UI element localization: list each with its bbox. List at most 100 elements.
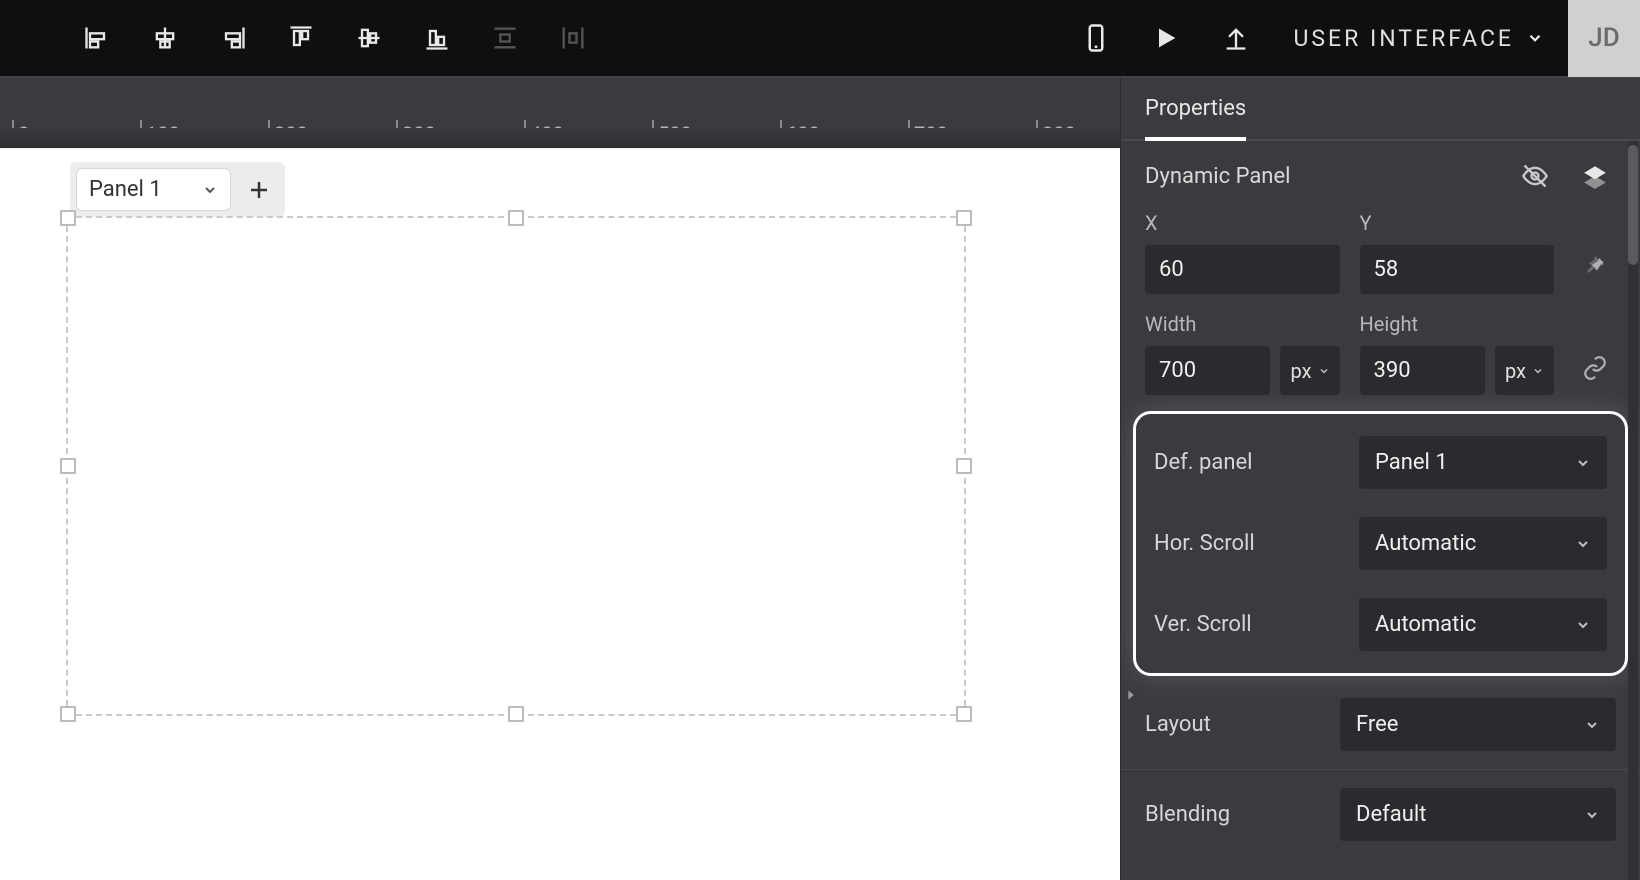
height-label: Height [1360, 312, 1555, 336]
align-middle-vertical-icon[interactable] [352, 21, 386, 55]
scrollbar-thumb[interactable] [1628, 145, 1638, 265]
blending-select[interactable]: Default [1340, 788, 1616, 841]
align-bottom-icon[interactable] [420, 21, 454, 55]
alignment-tools [80, 21, 590, 55]
panel-tabs: Properties [1121, 78, 1640, 141]
tab-label: Properties [1145, 96, 1246, 121]
ruler-tick-label: 800 [1042, 122, 1076, 146]
pin-icon[interactable] [1574, 246, 1616, 288]
selected-dynamic-panel[interactable] [66, 216, 966, 716]
ruler-tick [780, 120, 782, 148]
layout-select[interactable]: Free [1340, 698, 1616, 751]
ruler-tick-label: 600 [786, 122, 820, 146]
project-name-label: USER INTERFACE [1293, 25, 1514, 52]
align-right-icon[interactable] [216, 21, 250, 55]
ruler-tick-label: 100 [146, 122, 180, 146]
x-input[interactable] [1145, 245, 1340, 294]
ruler-tick-minor [460, 134, 462, 148]
section-collapse-caret[interactable] [1123, 687, 1139, 703]
topbar-center [590, 21, 1293, 55]
resize-handle-n[interactable] [508, 210, 524, 226]
project-name-dropdown[interactable]: USER INTERFACE [1293, 25, 1544, 52]
resize-handle-ne[interactable] [956, 210, 972, 226]
ruler-tick-minor [844, 134, 846, 148]
ruler-tick-label: 700 [914, 122, 948, 146]
resize-handle-e[interactable] [956, 458, 972, 474]
ruler-tick [524, 120, 526, 148]
vscroll-label: Ver. Scroll [1154, 612, 1252, 637]
visibility-icon[interactable] [1514, 155, 1556, 197]
topbar-right: USER INTERFACE JD [1293, 0, 1620, 77]
chevron-down-icon [1532, 365, 1544, 377]
layout-label: Layout [1145, 712, 1211, 737]
resize-handle-sw[interactable] [60, 706, 76, 722]
panel-body: Dynamic Panel X [1121, 141, 1640, 880]
hscroll-value: Automatic [1375, 531, 1476, 556]
chevron-down-icon [1575, 536, 1591, 552]
scrollbar-track[interactable] [1628, 141, 1638, 880]
unit-label: px [1290, 359, 1311, 383]
width-unit-dropdown[interactable]: px [1280, 346, 1339, 395]
blending-row: Blending Default [1121, 788, 1640, 841]
resize-handle-s[interactable] [508, 706, 524, 722]
panel-selector: Panel 1 [70, 162, 285, 217]
tab-properties[interactable]: Properties [1145, 78, 1246, 139]
play-icon[interactable] [1149, 21, 1183, 55]
ruler-tick [140, 120, 142, 148]
distribute-horizontal-icon[interactable] [556, 21, 590, 55]
ruler-tick-label: 200 [274, 122, 308, 146]
size-row: Width px Height [1121, 312, 1640, 395]
panel-dropdown[interactable]: Panel 1 [76, 168, 231, 211]
ruler-tick-minor [76, 134, 78, 148]
panel-settings-highlight: Def. panel Panel 1 Hor. Scroll Automatic [1133, 411, 1628, 676]
resize-handle-se[interactable] [956, 706, 972, 722]
width-input[interactable] [1145, 346, 1270, 395]
blending-value: Default [1356, 802, 1426, 827]
ruler-tick-label: 400 [530, 122, 564, 146]
height-unit-dropdown[interactable]: px [1495, 346, 1554, 395]
align-top-icon[interactable] [284, 21, 318, 55]
y-input[interactable] [1360, 245, 1555, 294]
ruler-tick [268, 120, 270, 148]
layers-icon[interactable] [1574, 155, 1616, 197]
device-preview-icon[interactable] [1079, 21, 1113, 55]
def-panel-select[interactable]: Panel 1 [1359, 436, 1607, 489]
avatar[interactable]: JD [1568, 0, 1640, 77]
plus-icon [247, 178, 271, 202]
distribute-vertical-icon[interactable] [488, 21, 522, 55]
chevron-down-icon [1575, 455, 1591, 471]
hscroll-label: Hor. Scroll [1154, 531, 1255, 556]
main-area: 0100200300400500600700800900 Panel 1 [0, 78, 1640, 880]
hscroll-select[interactable]: Automatic [1359, 517, 1607, 570]
element-type-label: Dynamic Panel [1145, 164, 1290, 189]
ruler-tick-label: 300 [402, 122, 436, 146]
ruler-tick [396, 120, 398, 148]
add-panel-button[interactable] [239, 170, 279, 210]
chevron-down-icon [1526, 29, 1544, 47]
chevron-down-icon [1318, 365, 1330, 377]
panel-dropdown-value: Panel 1 [89, 177, 162, 202]
height-input[interactable] [1360, 346, 1485, 395]
ruler-tick [908, 120, 910, 148]
ruler-tick-minor [204, 134, 206, 148]
canvas-column: 0100200300400500600700800900 Panel 1 [0, 78, 1120, 880]
horizontal-ruler: 0100200300400500600700800900 [0, 78, 1120, 148]
ruler-tick-minor [332, 134, 334, 148]
element-type-header: Dynamic Panel [1121, 141, 1640, 211]
app-root: USER INTERFACE JD 0 100 200 300 400 500 600 700… [0, 0, 1640, 880]
ruler-tick-label: 0 [18, 122, 29, 146]
canvas-area[interactable]: Panel 1 [0, 148, 1120, 880]
def-panel-label: Def. panel [1154, 450, 1253, 475]
resize-handle-w[interactable] [60, 458, 76, 474]
y-label: Y [1360, 211, 1555, 235]
align-left-icon[interactable] [80, 21, 114, 55]
link-dimensions-icon[interactable] [1574, 347, 1616, 389]
vscroll-select[interactable]: Automatic [1359, 598, 1607, 651]
align-center-horizontal-icon[interactable] [148, 21, 182, 55]
properties-panel: Properties Dynamic Panel [1120, 78, 1640, 880]
avatar-initials: JD [1588, 23, 1619, 53]
blending-label: Blending [1145, 802, 1230, 827]
resize-handle-nw[interactable] [60, 210, 76, 226]
ruler-tick-label: 500 [658, 122, 692, 146]
upload-icon[interactable] [1219, 21, 1253, 55]
